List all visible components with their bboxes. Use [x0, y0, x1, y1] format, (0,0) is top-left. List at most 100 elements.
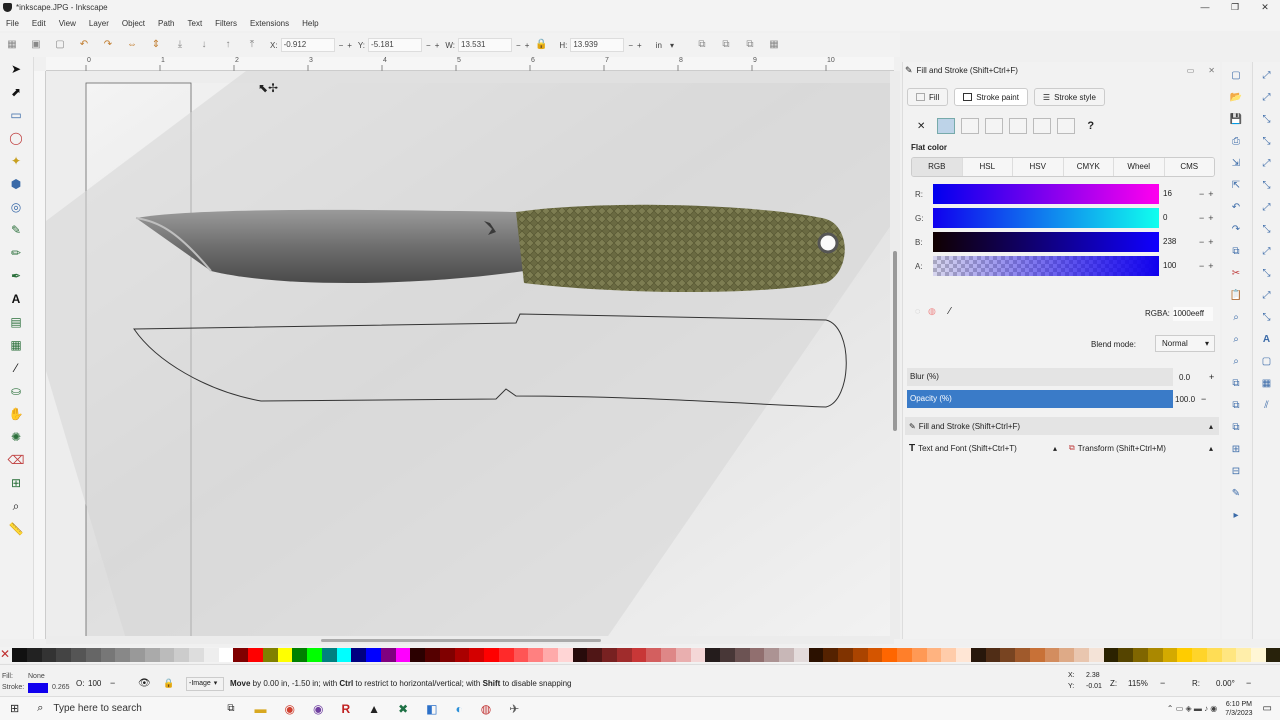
palette-swatch[interactable] — [1221, 648, 1237, 662]
gradient-tool-icon[interactable]: ▤ — [6, 312, 26, 332]
mesh-tool-icon[interactable]: ▦ — [6, 335, 26, 355]
tab-stroke-style[interactable]: ☰ Stroke style — [1033, 88, 1105, 106]
layer-select[interactable]: -Image ▾ — [186, 677, 224, 691]
tab-hsl[interactable]: HSL — [962, 158, 1013, 176]
palette-swatch[interactable] — [543, 648, 558, 662]
app-icon[interactable]: ✈ — [509, 702, 519, 716]
open-icon[interactable]: 📂 — [1228, 90, 1244, 106]
system-tray-icons[interactable]: ⌃ ▭ ◈ ▬ ♪ ◉ — [1167, 704, 1218, 713]
palette-swatch[interactable] — [720, 648, 735, 662]
chrome-icon[interactable]: ◉ — [285, 702, 295, 716]
tab-cmyk[interactable]: CMYK — [1063, 158, 1114, 176]
deselect-icon[interactable]: ▢ — [52, 38, 68, 52]
palette-swatch[interactable] — [852, 648, 868, 662]
palette-swatch[interactable] — [793, 648, 809, 662]
palette-swatch[interactable] — [572, 648, 588, 662]
palette-swatch[interactable] — [911, 648, 927, 662]
palette-swatch[interactable] — [56, 648, 71, 662]
chrome-profile-icon[interactable]: ◉ — [313, 702, 323, 716]
palette-swatch[interactable] — [307, 648, 322, 662]
palette-swatch[interactable] — [484, 648, 499, 662]
radial-gradient-button[interactable] — [985, 118, 1004, 134]
palette-swatch[interactable] — [1236, 648, 1251, 662]
a-minus-button[interactable]: − — [1199, 261, 1204, 271]
snap-cusp-icon[interactable]: ⤡ — [1259, 222, 1275, 238]
palette-swatch[interactable] — [1265, 648, 1280, 662]
palette-swatch[interactable] — [321, 648, 337, 662]
fill-indicator[interactable]: None — [28, 673, 45, 680]
lock-ratio-icon[interactable]: 🔒 — [533, 38, 549, 52]
palette-swatch[interactable] — [1088, 648, 1104, 662]
more-commands-icon[interactable]: ▸ — [1228, 508, 1244, 524]
pencil-tool-icon[interactable]: ✏ — [6, 243, 26, 263]
xml-editor-icon[interactable]: ✎ — [1228, 486, 1244, 502]
x-minus-button[interactable]: − — [339, 41, 344, 50]
close-button[interactable]: ✕ — [1250, 2, 1280, 13]
palette-swatch[interactable] — [292, 648, 307, 662]
snap-bbox-edge-icon[interactable]: ⤡ — [1259, 112, 1275, 128]
palette-swatch[interactable] — [1118, 648, 1133, 662]
blur-plus-button[interactable]: + — [1209, 372, 1214, 382]
h-field[interactable]: H: 13.939 − + — [559, 38, 642, 52]
palette-swatch[interactable] — [587, 648, 602, 662]
undo-icon[interactable]: ↶ — [1228, 200, 1244, 216]
tab-cms[interactable]: CMS — [1164, 158, 1214, 176]
import-icon[interactable]: ⇲ — [1228, 156, 1244, 172]
palette-swatch[interactable] — [1044, 648, 1060, 662]
w-minus-button[interactable]: − — [516, 41, 521, 50]
y-minus-button[interactable]: − — [426, 41, 431, 50]
star-tool-icon[interactable]: ✦ — [6, 151, 26, 171]
rectangle-tool-icon[interactable]: ▭ — [6, 105, 26, 125]
mesh-gradient-button[interactable] — [1009, 118, 1028, 134]
palette-swatch[interactable] — [174, 648, 189, 662]
h-minus-button[interactable]: − — [628, 41, 633, 50]
palette-swatch[interactable] — [159, 648, 175, 662]
group-icon[interactable]: ⊞ — [1228, 442, 1244, 458]
palette-swatch[interactable] — [1192, 648, 1207, 662]
vertical-scrollbar[interactable] — [890, 71, 900, 639]
select-all-icon[interactable]: ▦ — [4, 38, 20, 52]
snap-grid-icon[interactable]: ▦ — [1259, 376, 1275, 392]
selector-tool-icon[interactable]: ➤ — [6, 59, 26, 79]
w-field[interactable]: W: 13.531 − + — [445, 38, 529, 52]
no-paint-icon[interactable]: ✕ — [917, 121, 925, 132]
w-plus-button[interactable]: + — [525, 41, 530, 50]
blur-input[interactable]: 0.0 — [1179, 373, 1190, 382]
cut-icon[interactable]: ✂ — [1228, 266, 1244, 282]
copy-icon[interactable]: ⧉ — [1228, 244, 1244, 260]
palette-swatch[interactable] — [882, 648, 897, 662]
palette-swatch[interactable] — [366, 648, 381, 662]
task-view-icon[interactable]: ⧉ — [227, 703, 234, 714]
flip-horizontal-icon[interactable]: ⇔ — [124, 38, 140, 52]
menu-layer[interactable]: Layer — [89, 19, 109, 28]
palette-swatch[interactable] — [203, 648, 219, 662]
palette-swatch[interactable] — [1029, 648, 1045, 662]
pen-tool-icon[interactable]: ✎ — [6, 220, 26, 240]
excel-icon[interactable]: ✖ — [398, 702, 408, 716]
opacity-stepper-icon[interactable]: − — [110, 678, 115, 688]
palette-swatch[interactable] — [970, 648, 986, 662]
a-input[interactable]: 100 — [1163, 258, 1195, 274]
palette-swatch[interactable] — [410, 648, 425, 662]
zoom-field[interactable]: 115% — [1128, 679, 1148, 688]
unlink-clone-icon[interactable]: ⧉ — [1228, 420, 1244, 436]
palette-swatch[interactable] — [1074, 648, 1089, 662]
connector-tool-icon[interactable]: ⊞ — [6, 473, 26, 493]
minimize-button[interactable]: — — [1190, 2, 1220, 13]
b-input[interactable]: 238 — [1163, 234, 1195, 250]
palette-swatch[interactable] — [690, 648, 706, 662]
export-icon[interactable]: ⇱ — [1228, 178, 1244, 194]
select-all-layers-icon[interactable]: ▣ — [28, 38, 44, 52]
taskbar-search-input[interactable]: Type here to search — [53, 703, 221, 714]
zoom-selection-icon[interactable]: ⌕ — [1228, 310, 1244, 326]
hscroll-thumb[interactable] — [321, 639, 601, 642]
menu-edit[interactable]: Edit — [32, 19, 46, 28]
palette-swatch[interactable] — [1177, 648, 1192, 662]
move-patterns-icon[interactable]: ▦ — [766, 38, 782, 52]
zoom-page-icon[interactable]: ⌕ — [1228, 354, 1244, 370]
palette-swatch[interactable] — [779, 648, 794, 662]
drawing-canvas[interactable]: ⬉✢ — [46, 71, 894, 639]
menu-object[interactable]: Object — [122, 19, 145, 28]
palette-swatch[interactable] — [498, 648, 514, 662]
palette-swatch[interactable] — [661, 648, 676, 662]
